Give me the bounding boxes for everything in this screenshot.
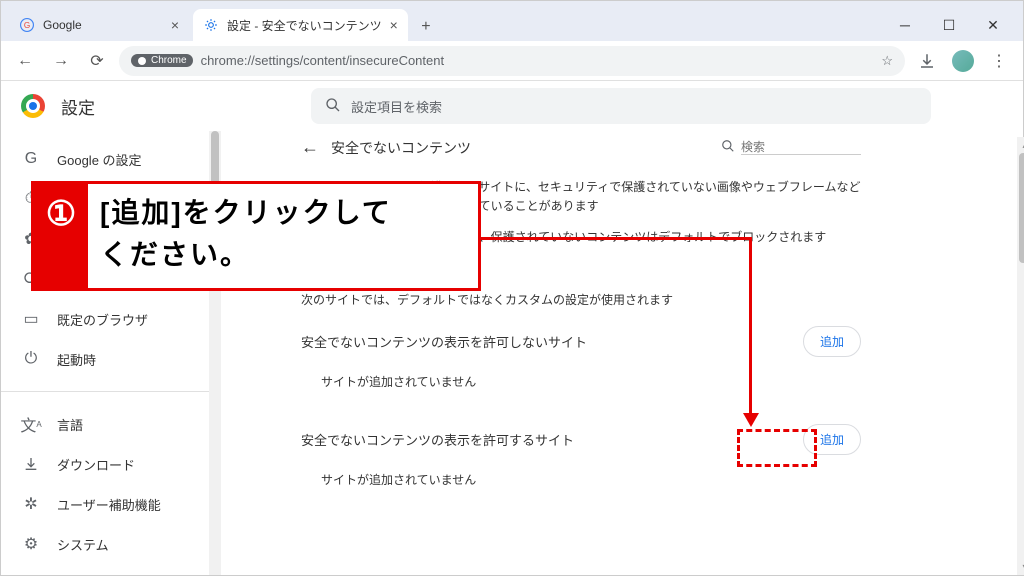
menu-icon[interactable]: ⋮ bbox=[985, 47, 1013, 75]
back-arrow-icon[interactable]: ← bbox=[301, 137, 319, 158]
gear-favicon-icon bbox=[203, 17, 219, 33]
chrome-badge-icon: Chrome bbox=[131, 54, 193, 67]
titlebar: G Google × 設定 - 安全でないコンテンツ × + ─ ☐ ✕ bbox=[1, 1, 1023, 41]
reload-button[interactable]: ⟳ bbox=[83, 47, 111, 75]
annotation-text: [追加]をクリックして ください。 bbox=[88, 184, 478, 288]
google-icon: G bbox=[21, 149, 41, 169]
url-text: chrome://settings/content/insecureConten… bbox=[201, 53, 445, 68]
allow-empty-note: サイトが追加されていません bbox=[301, 463, 861, 504]
toolbar: ← → ⟳ Chrome chrome://settings/content/i… bbox=[1, 41, 1023, 81]
search-icon bbox=[325, 97, 341, 116]
annotation-arrowhead-icon bbox=[743, 413, 759, 427]
sidebar-item-label: システム bbox=[57, 535, 109, 554]
omnibox[interactable]: Chrome chrome://settings/content/insecur… bbox=[119, 46, 905, 76]
tab-google[interactable]: G Google × bbox=[9, 9, 189, 41]
page-scrollbar[interactable]: ▴ ▾ bbox=[1017, 137, 1024, 575]
annotation-connector-h bbox=[481, 237, 751, 240]
sidebar-item-google[interactable]: G Google の設定 bbox=[1, 139, 221, 179]
page-search-input[interactable] bbox=[741, 140, 861, 155]
close-icon[interactable]: × bbox=[390, 17, 398, 33]
close-window-button[interactable]: ✕ bbox=[971, 9, 1015, 41]
search-icon bbox=[721, 139, 735, 156]
allow-sites-title: 安全でないコンテンツの表示を許可するサイト bbox=[301, 430, 574, 449]
block-empty-note: サイトが追加されていません bbox=[301, 365, 861, 406]
scroll-up-icon[interactable]: ▴ bbox=[1017, 137, 1024, 153]
bookmark-star-icon[interactable]: ☆ bbox=[881, 53, 893, 69]
window-controls: ─ ☐ ✕ bbox=[883, 9, 1015, 41]
chrome-logo-icon bbox=[21, 94, 45, 118]
sidebar-item-label: 起動時 bbox=[57, 350, 96, 369]
system-icon: ⚙ bbox=[21, 534, 41, 554]
power-icon: ⏻ bbox=[21, 349, 41, 369]
add-block-button[interactable]: 追加 bbox=[803, 326, 861, 357]
annotation-connector-v bbox=[749, 237, 752, 417]
scroll-down-icon[interactable]: ▾ bbox=[1017, 559, 1024, 575]
forward-button[interactable]: → bbox=[47, 47, 75, 75]
google-favicon-icon: G bbox=[19, 17, 35, 33]
page-title: 安全でないコンテンツ bbox=[331, 138, 471, 158]
profile-icon[interactable] bbox=[949, 47, 977, 75]
sidebar-item-languages[interactable]: 文A 言語 bbox=[1, 404, 221, 444]
settings-title: 設定 bbox=[61, 94, 95, 119]
settings-header: 設定 設定項目を検索 bbox=[1, 81, 1023, 131]
annotation-text-line2: ください。 bbox=[100, 234, 466, 276]
block-sites-row: 安全でないコンテンツの表示を許可しないサイト 追加 bbox=[301, 326, 861, 357]
sidebar-item-downloads[interactable]: ダウンロード bbox=[1, 444, 221, 484]
block-sites-title: 安全でないコンテンツの表示を許可しないサイト bbox=[301, 332, 587, 351]
page-search[interactable] bbox=[721, 139, 861, 156]
chrome-badge-label: Chrome bbox=[151, 55, 187, 66]
close-icon[interactable]: × bbox=[171, 17, 179, 33]
tab-title: 設定 - 安全でないコンテンツ bbox=[227, 17, 382, 34]
custom-sub: 次のサイトでは、デフォルトではなくカスタムの設定が使用されます bbox=[301, 291, 861, 308]
sidebar-item-startup[interactable]: ⏻ 起動時 bbox=[1, 339, 221, 379]
svg-text:G: G bbox=[24, 21, 30, 30]
download-icon[interactable] bbox=[913, 47, 941, 75]
tab-settings[interactable]: 設定 - 安全でないコンテンツ × bbox=[193, 9, 408, 41]
browser-icon: ▭ bbox=[21, 309, 41, 329]
tab-title: Google bbox=[43, 18, 163, 32]
sidebar-separator bbox=[1, 391, 221, 392]
annotation-text-line1: [追加]をクリックして bbox=[100, 192, 466, 234]
sidebar-item-accessibility[interactable]: ✲ ユーザー補助機能 bbox=[1, 484, 221, 524]
sidebar-item-label: Google の設定 bbox=[57, 150, 142, 169]
sidebar-item-default-browser[interactable]: ▭ 既定のブラウザ bbox=[1, 299, 221, 339]
annotation-target-highlight bbox=[737, 429, 817, 467]
settings-search-box[interactable]: 設定項目を検索 bbox=[311, 88, 931, 124]
sidebar-item-label: 言語 bbox=[57, 415, 83, 434]
minimize-button[interactable]: ─ bbox=[883, 9, 927, 41]
sidebar-item-system[interactable]: ⚙ システム bbox=[1, 524, 221, 564]
accessibility-icon: ✲ bbox=[21, 494, 41, 514]
back-button[interactable]: ← bbox=[11, 47, 39, 75]
annotation-callout: ① [追加]をクリックして ください。 bbox=[31, 181, 481, 291]
sidebar-item-label: ユーザー補助機能 bbox=[57, 495, 161, 514]
scrollbar-thumb[interactable] bbox=[1019, 153, 1024, 263]
maximize-button[interactable]: ☐ bbox=[927, 9, 971, 41]
download-icon bbox=[21, 454, 41, 474]
language-icon: 文A bbox=[21, 414, 41, 434]
settings-search: 設定項目を検索 bbox=[311, 88, 931, 124]
breadcrumb: ← 安全でないコンテンツ bbox=[301, 137, 861, 158]
annotation-number-badge: ① bbox=[34, 184, 88, 288]
settings-search-placeholder: 設定項目を検索 bbox=[351, 97, 442, 116]
new-tab-button[interactable]: + bbox=[412, 13, 440, 41]
sidebar-item-label: 既定のブラウザ bbox=[57, 310, 148, 329]
sidebar-item-label: ダウンロード bbox=[57, 455, 135, 474]
